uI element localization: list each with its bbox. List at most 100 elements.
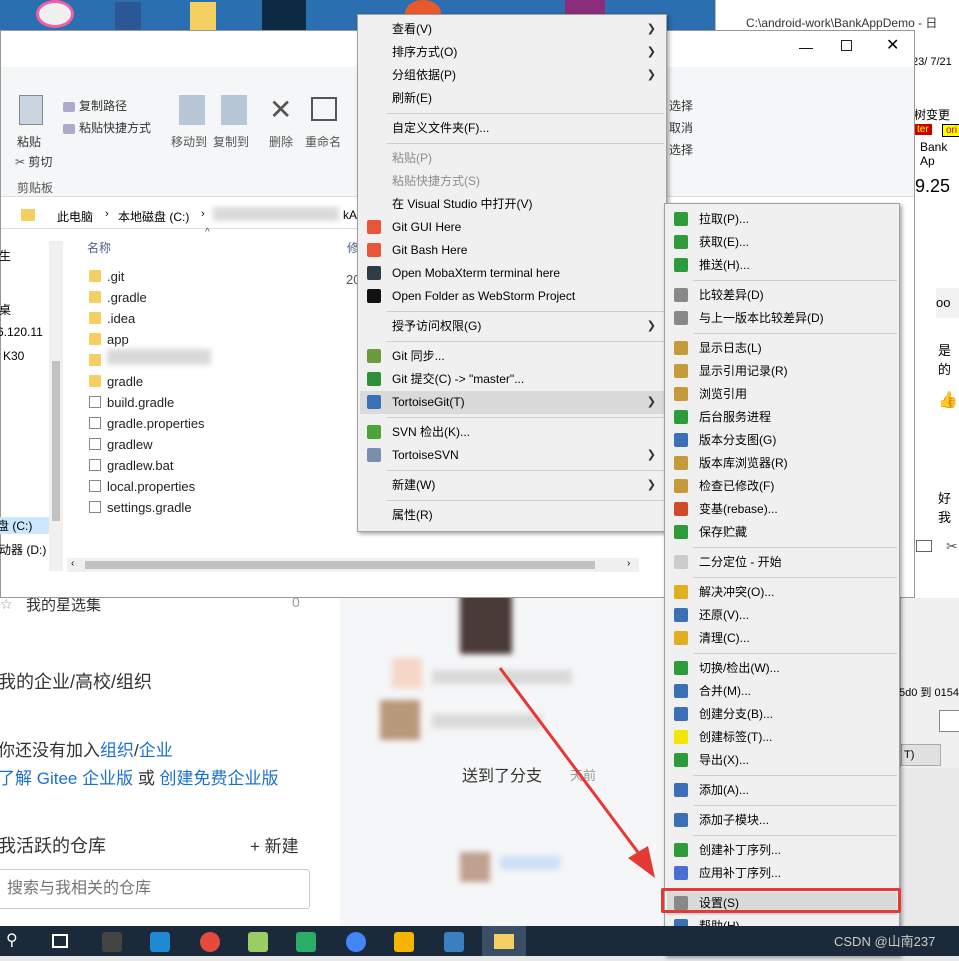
- menu-item[interactable]: TortoiseSVN ❯: [360, 444, 664, 467]
- menu-item[interactable]: 排序方式(O) ❯: [360, 41, 664, 64]
- menu-item[interactable]: 与上一版本比较差异(D): [667, 307, 897, 330]
- menu-item[interactable]: 解决冲突(O)...: [667, 581, 897, 604]
- learn-enterprise-link[interactable]: 了解 Gitee 企业版: [0, 769, 133, 788]
- new-repo-button[interactable]: + 新建: [250, 832, 299, 857]
- menu-item[interactable]: 创建标签(T)...: [667, 726, 897, 749]
- itunes-icon[interactable]: [36, 0, 74, 28]
- select-none-button[interactable]: 取消: [669, 119, 693, 136]
- log-input[interactable]: [939, 710, 959, 732]
- menu-item[interactable]: 创建分支(B)...: [667, 703, 897, 726]
- breadcrumb-c-drive[interactable]: 本地磁盘 (C:): [118, 208, 189, 225]
- menu-item[interactable]: 授予访问权限(G) ❯: [360, 315, 664, 338]
- menu-item[interactable]: 还原(V)...: [667, 604, 897, 627]
- menu-item[interactable]: 切换/检出(W)...: [667, 657, 897, 680]
- delete-button[interactable]: 删除: [269, 133, 293, 150]
- menu-item[interactable]: 分组依据(P) ❯: [360, 64, 664, 87]
- menu-item[interactable]: TortoiseGit(T) ❯: [360, 391, 664, 414]
- menu-item[interactable]: 后台服务进程: [667, 406, 897, 429]
- app-icon[interactable]: [102, 932, 122, 952]
- menu-item[interactable]: 比较差异(D): [667, 284, 897, 307]
- list-item[interactable]: [89, 353, 107, 368]
- menu-item[interactable]: 变基(rebase)...: [667, 498, 897, 521]
- menu-item[interactable]: 拉取(P)...: [667, 208, 897, 231]
- close-button[interactable]: ✕: [886, 35, 899, 55]
- menu-item[interactable]: Git GUI Here: [360, 216, 664, 239]
- menu-item[interactable]: 查看(V) ❯: [360, 18, 664, 41]
- menu-item[interactable]: 二分定位 - 开始: [667, 551, 897, 574]
- create-enterprise-link[interactable]: 创建免费企业版: [160, 769, 279, 788]
- folder-outline-icon[interactable]: [916, 540, 932, 552]
- scissors-icon[interactable]: ✂: [946, 538, 958, 555]
- menu-item[interactable]: 粘贴(P): [360, 147, 664, 170]
- menu-item[interactable]: 新建(W) ❯: [360, 474, 664, 497]
- sourcetree-icon[interactable]: [394, 932, 414, 952]
- list-item[interactable]: gradlew: [89, 437, 153, 452]
- menu-item[interactable]: 版本分支图(G): [667, 429, 897, 452]
- menu-item[interactable]: 在 Visual Studio 中打开(V): [360, 193, 664, 216]
- menu-item[interactable]: 推送(H)...: [667, 254, 897, 277]
- menu-item[interactable]: 应用补丁序列...: [667, 862, 897, 885]
- task-view-icon[interactable]: [52, 934, 68, 948]
- scroll-left-icon[interactable]: ‹: [71, 558, 74, 569]
- wechat-icon[interactable]: [296, 932, 316, 952]
- menu-item[interactable]: 自定义文件夹(F)...: [360, 117, 664, 140]
- menu-item[interactable]: 保存贮藏: [667, 521, 897, 544]
- column-name-header[interactable]: 名称: [87, 239, 111, 256]
- menu-item[interactable]: Open Folder as WebStorm Project: [360, 285, 664, 308]
- horizontal-scrollbar[interactable]: ‹ ›: [67, 558, 639, 572]
- maximize-button[interactable]: [841, 40, 852, 51]
- invert-select-button[interactable]: 选择: [669, 141, 693, 158]
- chrome-icon[interactable]: [200, 932, 220, 952]
- menu-item[interactable]: 版本库浏览器(R): [667, 452, 897, 475]
- word-icon[interactable]: [115, 2, 141, 30]
- menu-item[interactable]: 获取(E)...: [667, 231, 897, 254]
- copy-to-button[interactable]: 复制到: [213, 133, 249, 150]
- list-item[interactable]: gradlew.bat: [89, 458, 174, 473]
- menu-item[interactable]: 显示日志(L): [667, 337, 897, 360]
- paste-shortcut-button[interactable]: 粘贴快捷方式: [63, 119, 151, 136]
- stocks-icon[interactable]: [262, 0, 306, 30]
- list-item[interactable]: .git: [89, 269, 124, 284]
- menu-item[interactable]: 属性(R): [360, 504, 664, 527]
- enterprise-link[interactable]: 企业: [139, 741, 173, 760]
- menu-item[interactable]: 检查已修改(F): [667, 475, 897, 498]
- minimize-button[interactable]: —: [799, 39, 813, 55]
- notepad-icon[interactable]: [248, 932, 268, 952]
- folder-icon[interactable]: [190, 2, 216, 30]
- org-link[interactable]: 组织: [100, 741, 134, 760]
- app-icon[interactable]: [444, 932, 464, 952]
- menu-item[interactable]: Git Bash Here: [360, 239, 664, 262]
- list-item[interactable]: local.properties: [89, 479, 195, 494]
- menu-item[interactable]: SVN 检出(K)...: [360, 421, 664, 444]
- search-icon[interactable]: ⚲: [6, 930, 18, 950]
- list-item[interactable]: .gradle: [89, 290, 147, 305]
- menu-item[interactable]: 刷新(E): [360, 87, 664, 110]
- menu-item[interactable]: 导出(X)...: [667, 749, 897, 772]
- list-item[interactable]: gradle: [89, 374, 143, 389]
- scroll-right-icon[interactable]: ›: [627, 558, 630, 569]
- menu-item[interactable]: 添加子模块...: [667, 809, 897, 832]
- breadcrumb-tail[interactable]: kA: [343, 208, 357, 222]
- menu-item[interactable]: 显示引用记录(R): [667, 360, 897, 383]
- menu-item[interactable]: 创建补丁序列...: [667, 839, 897, 862]
- menu-item[interactable]: 粘贴快捷方式(S): [360, 170, 664, 193]
- menu-item[interactable]: 添加(A)...: [667, 779, 897, 802]
- list-item[interactable]: app: [89, 332, 129, 347]
- breadcrumb-this-pc[interactable]: 此电脑: [57, 208, 93, 225]
- cut-button[interactable]: ✂ 剪切: [15, 153, 52, 170]
- list-item[interactable]: gradle.properties: [89, 416, 205, 431]
- list-item[interactable]: build.gradle: [89, 395, 174, 410]
- log-button[interactable]: T): [901, 744, 941, 766]
- paste-button[interactable]: 粘贴: [17, 133, 41, 150]
- list-item[interactable]: settings.gradle: [89, 500, 192, 515]
- menu-item[interactable]: Git 提交(C) -> "master"...: [360, 368, 664, 391]
- vscode-icon[interactable]: [150, 932, 170, 952]
- android-studio-icon[interactable]: [346, 932, 366, 952]
- select-all-button[interactable]: 选择: [669, 97, 693, 114]
- menu-item[interactable]: Git 同步...: [360, 345, 664, 368]
- nav-item[interactable]: 生: [0, 247, 11, 264]
- repo-search-input[interactable]: [0, 869, 310, 909]
- copy-path-button[interactable]: 复制路径: [63, 97, 127, 114]
- menu-item[interactable]: 清理(C)...: [667, 627, 897, 650]
- menu-item[interactable]: 合并(M)...: [667, 680, 897, 703]
